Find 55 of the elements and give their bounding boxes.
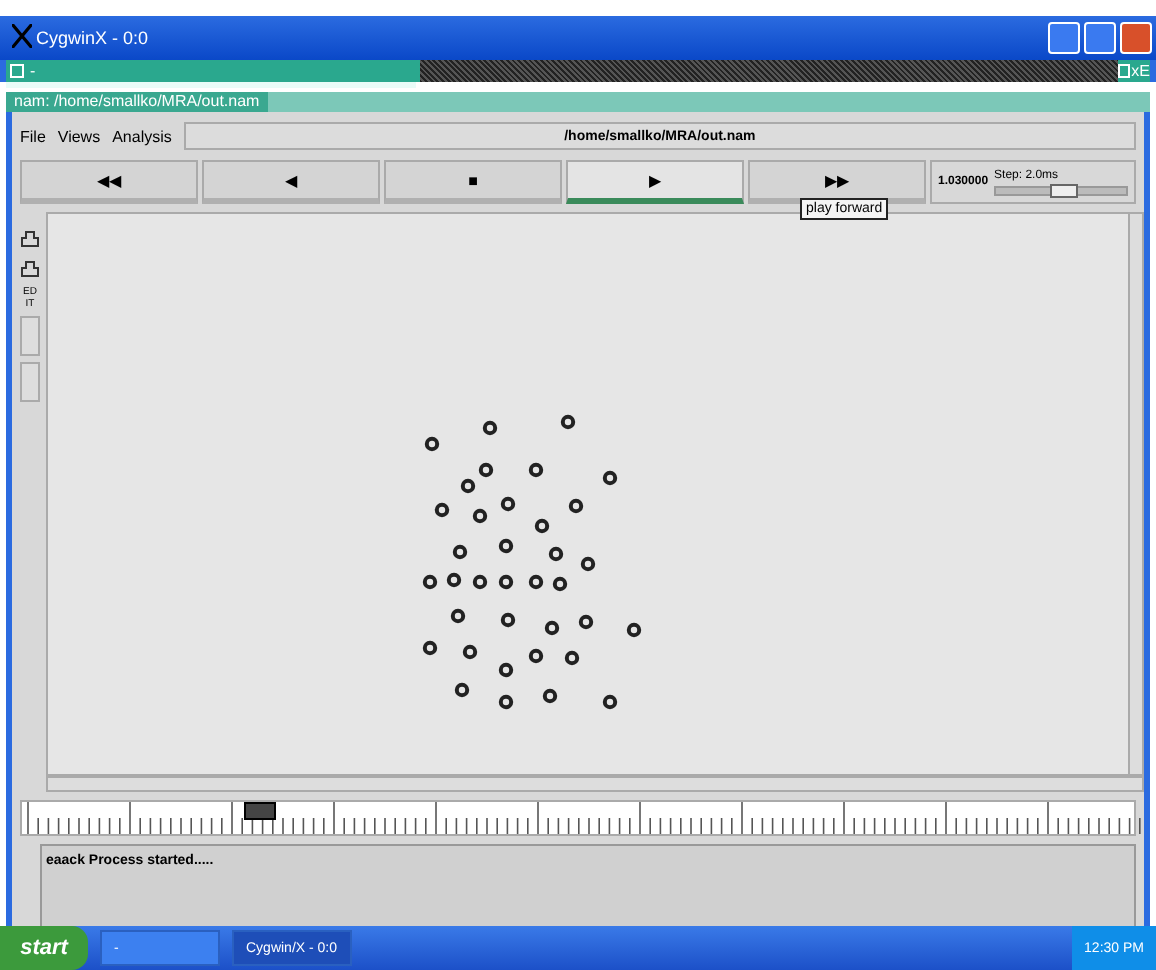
network-node (434, 502, 450, 518)
menu-item[interactable]: File (20, 127, 46, 145)
network-node (534, 518, 550, 534)
vertical-scrollbar[interactable] (1128, 214, 1142, 774)
window-title: nam: /home/smallko/MRA/out.nam (6, 92, 268, 112)
network-node (564, 650, 580, 666)
network-node (626, 622, 642, 638)
network-node (450, 608, 466, 624)
network-node (552, 576, 568, 592)
network-node (602, 694, 618, 710)
minimize-button[interactable] (1048, 22, 1080, 54)
timeline-slider[interactable] (20, 800, 1136, 836)
playback-button[interactable]: ▶▶ (748, 160, 926, 204)
network-node (422, 640, 438, 656)
horizontal-scrollbar[interactable] (46, 776, 1144, 792)
maximize-button[interactable] (1084, 22, 1116, 54)
window-title: CygwinX - 0:0 (36, 28, 149, 48)
network-node (548, 546, 564, 562)
network-node (560, 414, 576, 430)
network-node (568, 498, 584, 514)
network-node (446, 572, 462, 588)
menu-item[interactable]: Views (57, 127, 101, 145)
step-slider[interactable] (994, 185, 1128, 195)
network-node (544, 620, 560, 636)
network-node (498, 574, 514, 590)
playback-button[interactable]: ■ (384, 160, 562, 204)
close-button[interactable] (1120, 22, 1152, 54)
network-node (528, 574, 544, 590)
network-node (482, 420, 498, 436)
network-node (462, 644, 478, 660)
network-node (578, 614, 594, 630)
playback-button[interactable]: ◀ (202, 160, 380, 204)
network-node (500, 612, 516, 628)
network-node (472, 574, 488, 590)
network-node (602, 470, 618, 486)
network-node (542, 688, 558, 704)
network-node (500, 496, 516, 512)
network-node (454, 682, 470, 698)
menu-item[interactable]: Analysis (112, 127, 172, 145)
start-button[interactable]: start (0, 926, 88, 970)
playback-button[interactable]: ▶ (566, 160, 744, 204)
slider-thumb[interactable] (1049, 183, 1078, 197)
network-node (528, 648, 544, 664)
time-marker[interactable] (244, 802, 277, 820)
network-node (452, 544, 468, 560)
network-node (498, 662, 514, 678)
network-node (580, 556, 596, 572)
playback-button[interactable]: ◀◀ (20, 160, 198, 204)
network-node (498, 538, 514, 554)
network-node (498, 694, 514, 710)
network-node (424, 436, 440, 452)
network-node (422, 574, 438, 590)
network-node (472, 508, 488, 524)
network-node (528, 462, 544, 478)
x-logo-icon (12, 24, 32, 52)
